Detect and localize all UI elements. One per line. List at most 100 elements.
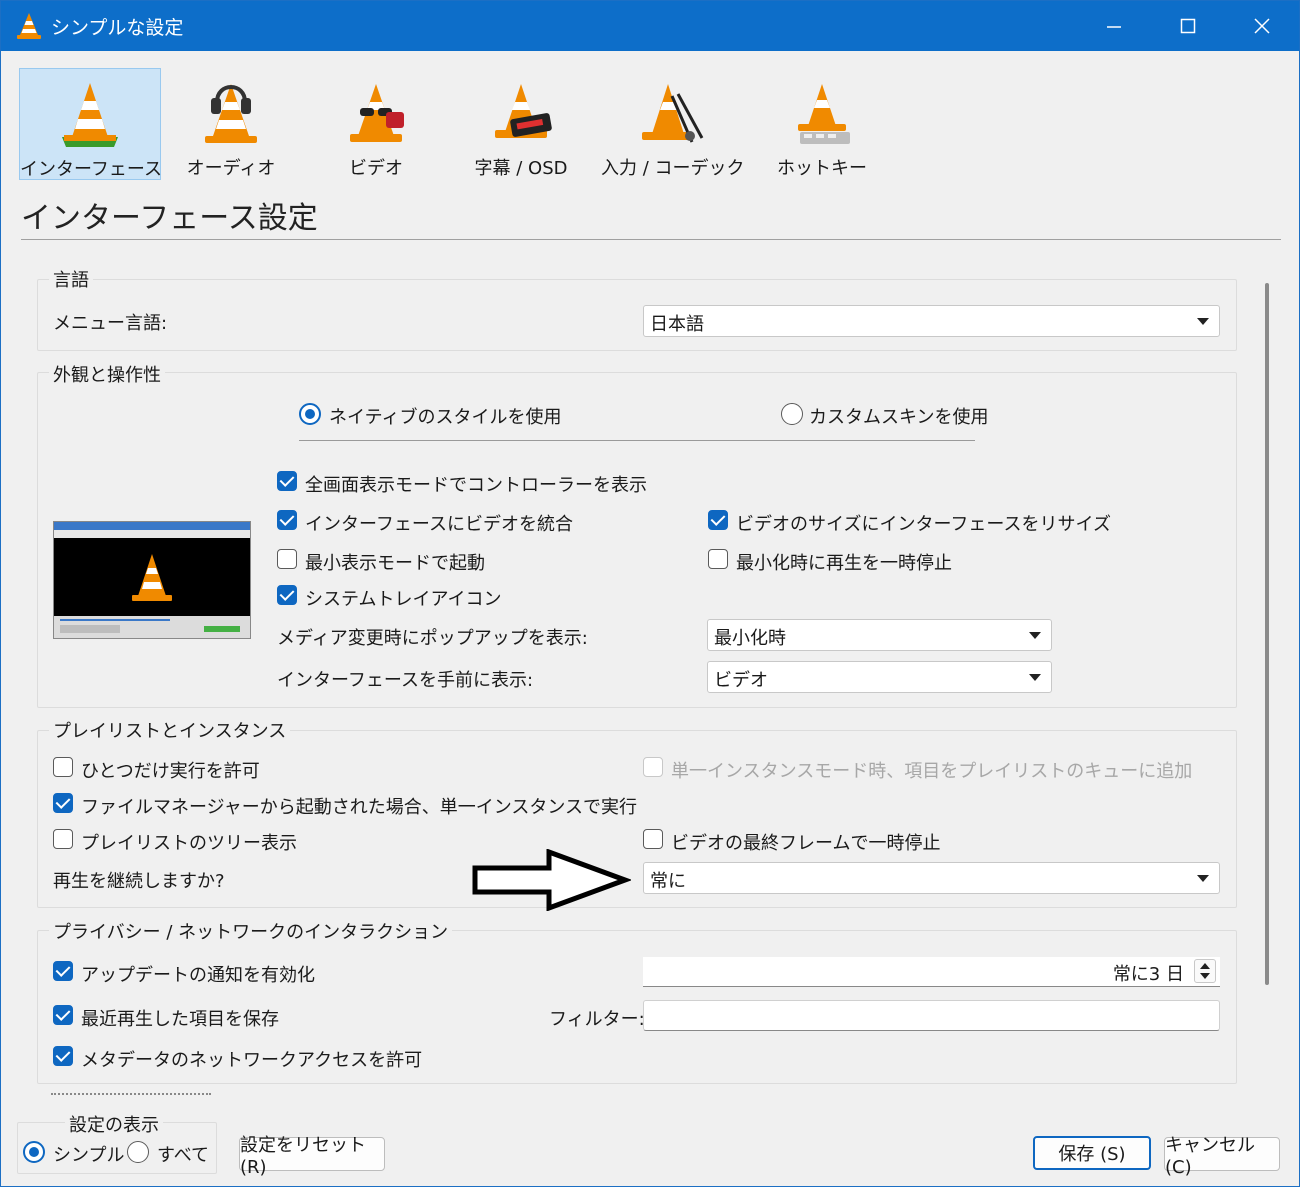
tab-label: ビデオ [349, 158, 403, 179]
resize-interface-label[interactable]: ビデオのサイズにインターフェースをリサイズ [736, 510, 1111, 536]
chevron-down-icon [1197, 875, 1209, 882]
audio-cone-icon [205, 84, 257, 143]
hotkey-cone-icon [798, 84, 850, 144]
title-bar: シンプルな設定 [1, 1, 1299, 51]
tab-label: 字幕 / OSD [474, 158, 568, 179]
select-value: 常に [650, 871, 686, 892]
tab-video[interactable]: ビデオ [311, 68, 441, 180]
pause-minimized-label[interactable]: 最小化時に再生を一時停止 [736, 549, 952, 575]
tab-label: オーディオ [186, 158, 276, 179]
menu-language-label: メニュー言語: [53, 313, 168, 334]
tab-interface[interactable]: インターフェース [19, 68, 163, 180]
group-label: プレイリストとインスタンス [49, 717, 291, 743]
window-title: シンプルな設定 [51, 17, 184, 39]
minimize-button[interactable] [1077, 1, 1151, 51]
minimize-icon [1107, 26, 1121, 28]
preview-controls [54, 616, 250, 638]
maximize-icon [1180, 18, 1196, 34]
tab-label: インターフェース [20, 159, 163, 180]
video-cone-icon [350, 84, 404, 142]
enqueue-label: 単一インスタンスモード時、項目をプレイリストのキューに追加 [671, 761, 1193, 782]
group-label: 外観と操作性 [49, 361, 165, 387]
embed-video-checkbox[interactable] [277, 510, 297, 530]
start-minimal-label[interactable]: 最小表示モードで起動 [305, 549, 485, 575]
recent-items-checkbox[interactable] [53, 1005, 73, 1025]
tab-label: 入力 / コーデック [601, 158, 745, 179]
chevron-down-icon [1029, 674, 1041, 681]
fm-instance-checkbox[interactable] [53, 793, 73, 813]
fm-instance-label[interactable]: ファイルマネージャーから起動された場合、単一インスタンスで実行 [81, 793, 637, 819]
enqueue-checkbox [643, 757, 663, 777]
one-instance-checkbox[interactable] [53, 757, 73, 777]
divider [299, 440, 975, 441]
reset-preferences-button[interactable]: 設定をリセット (R) [239, 1135, 385, 1178]
maximize-button[interactable] [1151, 1, 1225, 51]
start-minimal-checkbox[interactable] [277, 549, 297, 569]
interface-cone-icon [62, 83, 118, 147]
playlist-tree-label[interactable]: プレイリストのツリー表示 [81, 829, 297, 855]
playlist-tree-checkbox[interactable] [53, 829, 73, 849]
spinbox-value: 常に3 日 [1112, 964, 1184, 985]
all-label[interactable]: すべて [157, 1141, 209, 1167]
tab-hotkeys[interactable]: ホットキー [761, 68, 883, 180]
one-instance-label[interactable]: ひとつだけ実行を許可 [81, 757, 260, 783]
select-value: 最小化時 [714, 628, 786, 649]
native-style-radio[interactable] [299, 403, 321, 425]
fs-controller-checkbox[interactable] [277, 471, 297, 491]
cancel-button[interactable]: キャンセル (C) [1164, 1135, 1280, 1178]
page-title: インターフェース設定 [21, 201, 318, 236]
tab-label: ホットキー [777, 158, 867, 179]
tab-subtitles[interactable]: 字幕 / OSD [456, 68, 586, 180]
native-style-label[interactable]: ネイティブのスタイルを使用 [329, 403, 562, 429]
tab-audio[interactable]: オーディオ [166, 68, 296, 180]
divider [21, 239, 1281, 240]
pause-minimized-checkbox[interactable] [708, 549, 728, 569]
popup-select[interactable]: 最小化時 [707, 619, 1052, 651]
continue-playback-select[interactable]: 常に [643, 862, 1220, 894]
continue-playback-label: 再生を継続しますか? [53, 871, 225, 892]
raise-interface-label: インターフェースを手前に表示: [277, 670, 534, 691]
preview-menubar [54, 530, 250, 538]
metadata-access-checkbox[interactable] [53, 1046, 73, 1066]
vlc-cone-icon [132, 554, 172, 601]
spin-arrows-icon [1200, 963, 1210, 979]
scrollbar[interactable] [1265, 283, 1269, 985]
popup-label: メディア変更時にポップアップを表示: [277, 628, 588, 649]
metadata-access-label[interactable]: メタデータのネットワークアクセスを許可 [81, 1046, 422, 1072]
group-label: 設定の表示 [65, 1111, 163, 1137]
save-button[interactable]: 保存 (S) [1033, 1136, 1151, 1170]
codec-cone-icon [642, 84, 704, 143]
systray-checkbox[interactable] [277, 585, 297, 605]
arrow-annotation-icon [472, 849, 631, 911]
updates-checkbox[interactable] [53, 961, 73, 981]
preview-titlebar [54, 522, 250, 530]
close-icon [1254, 18, 1270, 34]
updates-label[interactable]: アップデートの通知を有効化 [81, 961, 315, 987]
vlc-cone-icon [17, 13, 41, 39]
skin-preview-image [53, 521, 251, 639]
embed-video-label[interactable]: インターフェースにビデオを統合 [305, 510, 573, 536]
pause-last-frame-checkbox[interactable] [643, 829, 663, 849]
group-label: プライバシー / ネットワークのインタラクション [49, 918, 453, 944]
spinbox-arrows[interactable] [1194, 959, 1216, 983]
pause-last-frame-label[interactable]: ビデオの最終フレームで一時停止 [671, 829, 940, 855]
custom-skin-label[interactable]: カスタムスキンを使用 [809, 403, 988, 429]
group-label: 言語 [49, 266, 93, 292]
menu-language-select[interactable]: 日本語 [643, 305, 1220, 337]
custom-skin-radio[interactable] [781, 403, 803, 425]
chevron-down-icon [1029, 632, 1041, 639]
fs-controller-label[interactable]: 全画面表示モードでコントローラーを表示 [305, 471, 647, 497]
raise-interface-select[interactable]: ビデオ [707, 661, 1052, 693]
update-interval-spinbox[interactable]: 常に3 日 [643, 957, 1220, 987]
close-button[interactable] [1225, 1, 1299, 51]
filter-input[interactable] [643, 1000, 1220, 1031]
recent-items-label[interactable]: 最近再生した項目を保存 [81, 1005, 279, 1031]
simple-label[interactable]: シンプル [53, 1141, 124, 1167]
chevron-down-icon [1197, 318, 1209, 325]
resize-interface-checkbox[interactable] [708, 510, 728, 530]
clipped-content [51, 1093, 211, 1097]
systray-label[interactable]: システムトレイアイコン [305, 585, 502, 611]
simple-radio[interactable] [23, 1141, 45, 1163]
tab-input-codecs[interactable]: 入力 / コーデック [601, 68, 745, 180]
all-radio[interactable] [127, 1141, 149, 1163]
